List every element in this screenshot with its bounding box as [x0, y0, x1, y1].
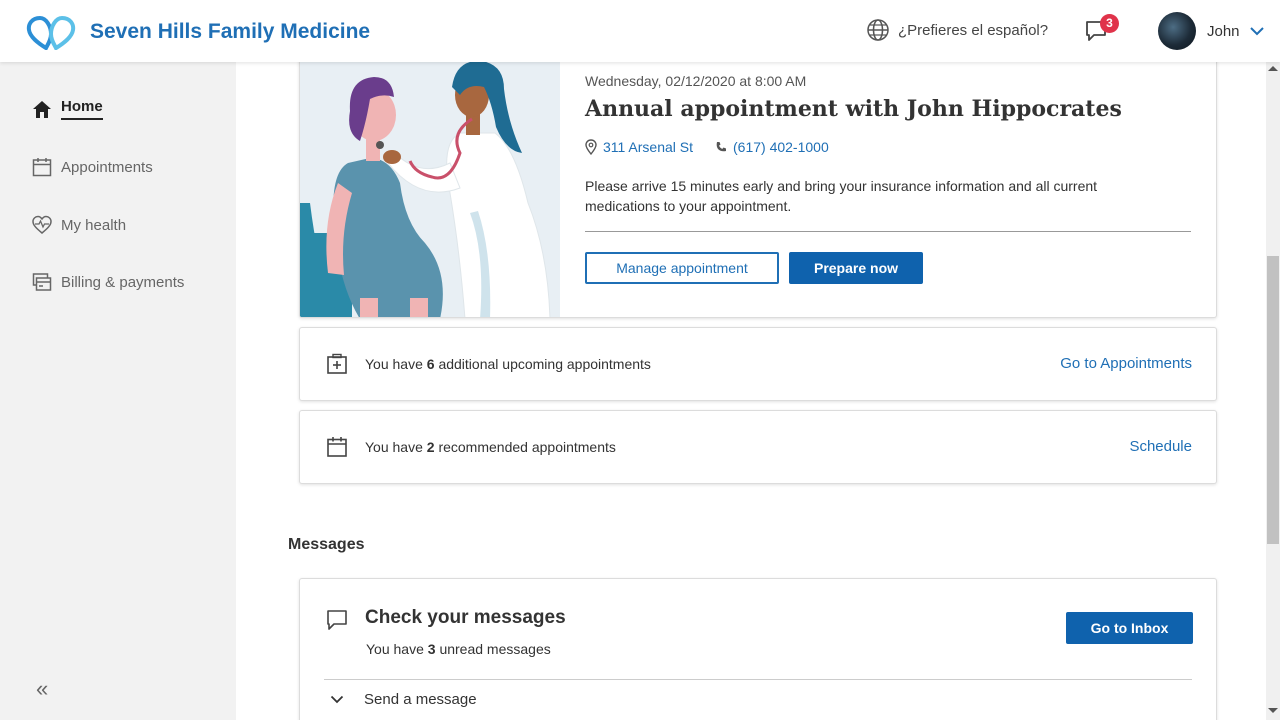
notification-badge: 3 — [1100, 14, 1119, 33]
language-toggle-link[interactable]: ¿Prefieres el español? — [866, 18, 1048, 42]
appointment-phone: (617) 402-1000 — [733, 139, 829, 155]
unread-count: 3 — [427, 641, 436, 657]
divider — [324, 679, 1192, 680]
appointment-address-link[interactable]: 311 Arsenal St — [585, 139, 693, 155]
send-message-toggle[interactable]: Send a message — [330, 691, 477, 708]
go-to-inbox-button[interactable]: Go to Inbox — [1066, 612, 1193, 644]
brand-name: Seven Hills Family Medicine — [90, 20, 371, 43]
sidebar: Home Appointments My health Billing & pa… — [0, 62, 236, 720]
chevron-down-icon — [330, 695, 344, 704]
appointment-title: Annual appointment with John Hippocrates — [585, 96, 1122, 122]
globe-icon — [867, 19, 889, 41]
sidebar-item-label: My health — [61, 216, 127, 234]
avatar — [1158, 12, 1196, 50]
upcoming-appointments-card: You have 6 additional upcoming appointme… — [299, 327, 1217, 401]
scroll-up-arrow-icon[interactable] — [1268, 66, 1278, 71]
home-icon — [33, 101, 51, 118]
appointment-instructions: Please arrive 15 minutes early and bring… — [585, 178, 1098, 214]
messages-card: Check your messages You have 3 unread me… — [299, 578, 1217, 720]
sidebar-item-label: Home — [61, 98, 103, 120]
next-appointment-card: Wednesday, 02/12/2020 at 8:00 AM Annual … — [299, 62, 1217, 318]
sidebar-item-label: Billing & payments — [61, 273, 185, 291]
recommended-appointments-card: You have 2 recommended appointments Sche… — [299, 410, 1217, 484]
go-to-appointments-link[interactable]: Go to Appointments — [1060, 355, 1192, 372]
billing-icon — [32, 273, 52, 291]
divider — [585, 231, 1191, 232]
heart-logo-icon — [26, 15, 76, 50]
phone-icon — [716, 142, 726, 152]
upcoming-appointments-text: You have 6 additional upcoming appointme… — [365, 356, 651, 372]
schedule-link[interactable]: Schedule — [1129, 438, 1192, 455]
main-content: Wednesday, 02/12/2020 at 8:00 AM Annual … — [236, 62, 1266, 720]
user-menu[interactable]: John — [1158, 12, 1265, 50]
unread-messages-text: You have 3 unread messages — [366, 641, 551, 657]
medical-kit-icon — [327, 353, 347, 374]
calendar-icon — [327, 437, 347, 457]
sidebar-item-label: Appointments — [61, 158, 153, 176]
sidebar-item-home[interactable]: Home — [32, 98, 103, 120]
appointment-datetime: Wednesday, 02/12/2020 at 8:00 AM — [585, 73, 807, 89]
messages-section-title: Messages — [288, 536, 365, 553]
doctor-patient-illustration — [300, 62, 560, 317]
calendar-icon — [32, 158, 52, 177]
chat-bubble-icon — [327, 610, 347, 630]
collapse-sidebar-button[interactable]: « — [36, 676, 48, 702]
chevron-down-icon — [1249, 27, 1264, 36]
appointment-address: 311 Arsenal St — [603, 139, 694, 155]
brand-logo-link[interactable]: Seven Hills Family Medicine — [26, 14, 370, 50]
language-prompt: ¿Prefieres el español? — [898, 21, 1049, 39]
sidebar-item-my-health[interactable]: My health — [32, 215, 126, 235]
prepare-now-button[interactable]: Prepare now — [789, 252, 923, 284]
manage-appointment-button[interactable]: Manage appointment — [585, 252, 779, 284]
user-name: John — [1207, 22, 1240, 40]
appointment-phone-link[interactable]: (617) 402-1000 — [715, 139, 829, 155]
recommended-appointments-text: You have 2 recommended appointments — [365, 439, 616, 455]
check-messages-title: Check your messages — [365, 607, 566, 628]
recommended-count: 2 — [426, 439, 435, 455]
send-message-label: Send a message — [364, 691, 477, 708]
scrollbar-thumb[interactable] — [1267, 256, 1279, 544]
top-bar: Seven Hills Family Medicine ¿Prefieres e… — [0, 0, 1280, 62]
sidebar-item-appointments[interactable]: Appointments — [32, 157, 153, 177]
map-pin-icon — [585, 139, 597, 155]
upcoming-count: 6 — [426, 356, 435, 372]
heart-pulse-icon — [32, 215, 52, 234]
scroll-down-arrow-icon[interactable] — [1268, 708, 1278, 713]
sidebar-item-billing[interactable]: Billing & payments — [32, 272, 184, 292]
